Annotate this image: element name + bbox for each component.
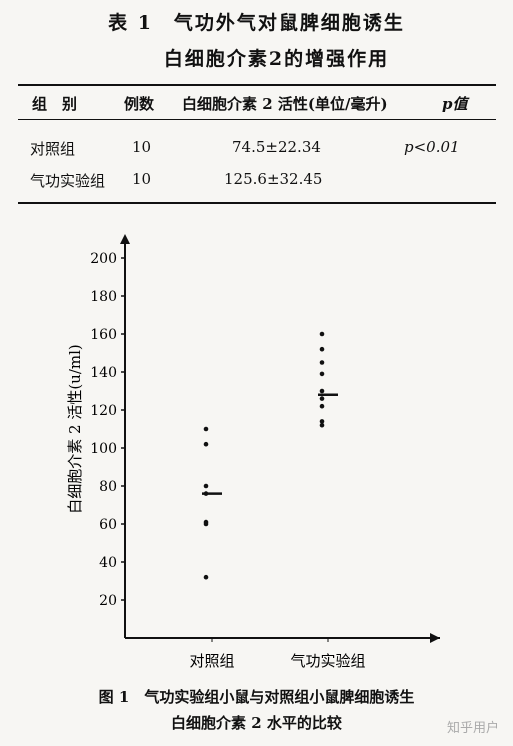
y-tick-label: 60 [99,517,117,533]
row2-group: 气功实验组 [30,172,106,190]
table-title-line2: 白细胞介素2的增强作用 [163,48,390,70]
data-point [203,574,209,580]
data-point [319,371,325,377]
y-axis-label: 白细胞介素 2 活性(u/ml) [66,344,84,514]
data-point [319,403,325,409]
row1-p: p<0.01 [404,138,460,156]
header-p: p值 [442,95,468,113]
y-tick-label: 40 [99,555,117,571]
y-tick-label: 140 [90,365,117,381]
table-top-rule [18,84,496,86]
y-tick-label: 20 [99,593,117,609]
watermark: 知乎用户 [446,721,499,736]
data-point [319,396,325,401]
data-point [319,331,325,337]
row2-activity: 125.6±32.45 [224,170,323,188]
header-count: 例数 [124,95,155,113]
category-label: 气功实验组 [290,652,365,670]
header-group: 组 别 [32,95,78,113]
data-point [203,483,209,489]
data-point [203,426,209,432]
data-point [319,346,325,352]
y-tick-label: 100 [90,441,117,457]
row1-count: 10 [132,138,152,156]
y-tick-label: 180 [90,289,117,305]
figure-caption-line2: 白细胞介素 2 水平的比较 [171,714,342,732]
category-label: 对照组 [189,652,234,670]
data-point [203,521,209,527]
y-tick-label: 160 [90,327,117,343]
y-tick-label: 80 [99,479,117,495]
x-axis-arrow [430,633,440,643]
row1-activity: 74.5±22.34 [232,138,321,156]
row2-count: 10 [132,170,152,188]
y-tick-label: 200 [90,251,117,267]
row1-group: 对照组 [30,140,76,158]
y-axis-arrow [120,234,130,244]
table-bottom-rule [18,202,496,204]
data-point [203,441,209,447]
table-header-rule [18,119,496,120]
figure-caption-line1: 图 1 气功实验组小鼠与对照组小鼠脾细胞诱生 [98,688,415,706]
data-point [319,360,325,365]
scatter-chart: 20 40 60 80 100 120 140 160 180 200 白细胞介素 2 活性(u/m… [66,234,440,670]
table-title-line1: 表 1 气功外气对鼠脾细胞诱生 [108,12,405,34]
data-point [319,388,325,394]
data-point [319,422,325,428]
y-tick-label: 120 [90,403,117,419]
header-activity: 白细胞介素 2 活性(单位/毫升) [182,95,388,113]
